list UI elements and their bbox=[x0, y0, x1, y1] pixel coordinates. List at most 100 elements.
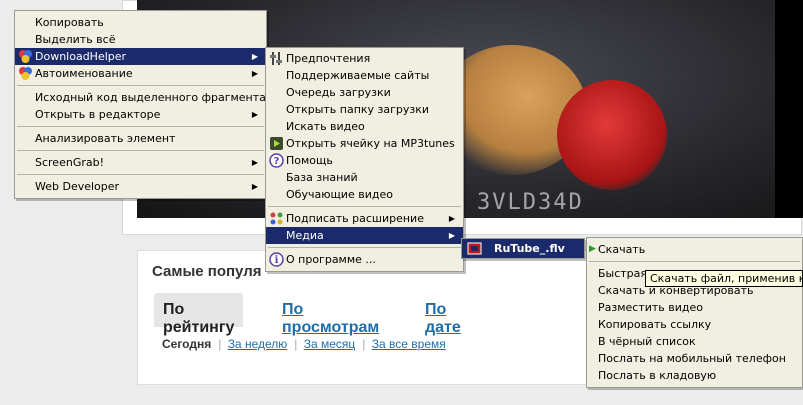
menu-item-label: Анализировать элемент bbox=[35, 132, 176, 145]
menu-separator bbox=[266, 244, 463, 251]
submenu-arrow-icon: ▶ bbox=[448, 214, 455, 223]
divider: | bbox=[294, 337, 298, 351]
menu-item-label: Открыть папку загрузки bbox=[286, 103, 430, 116]
downloadhelper-icon bbox=[19, 50, 32, 63]
menu-separator bbox=[15, 123, 266, 130]
menu-item-preferences[interactable]: Предпочтения bbox=[266, 50, 463, 67]
menu-item-label: Медиа bbox=[286, 229, 324, 242]
sign-extension-icon bbox=[270, 212, 283, 225]
menu-item-autonaming[interactable]: Автоименование ▶ bbox=[15, 65, 266, 82]
period-month[interactable]: За месяц bbox=[304, 337, 356, 351]
menu-item-supported-sites[interactable]: Поддерживаемые сайты bbox=[266, 67, 463, 84]
menu-item-label: Послать на мобильный телефон bbox=[598, 352, 786, 365]
menu-item-download-queue[interactable]: Очередь загрузки bbox=[266, 84, 463, 101]
menu-item-label: Открыть в редакторе bbox=[35, 108, 161, 121]
menu-item-copy[interactable]: Копировать bbox=[15, 14, 266, 31]
menu-item-label: Обучающие видео bbox=[286, 188, 393, 201]
autonaming-icon bbox=[19, 67, 32, 80]
download-tooltip: Скачать файл, применив к нем bbox=[645, 270, 803, 287]
svg-text:?: ? bbox=[274, 156, 280, 167]
menu-item-label: Очередь загрузки bbox=[286, 86, 391, 99]
menu-item-label: Исходный код выделенного фрагмента bbox=[35, 91, 266, 104]
menu-item-knowledge-base[interactable]: База знаний bbox=[266, 169, 463, 186]
divider: | bbox=[362, 337, 366, 351]
menu-item-label: Web Developer bbox=[35, 180, 120, 193]
menu-item-media[interactable]: Медиа ▶ bbox=[266, 227, 463, 244]
browser-context-menu: Копировать Выделить всё DownloadHelper ▶… bbox=[14, 10, 267, 199]
tab-by-date[interactable]: По дате bbox=[416, 293, 470, 336]
info-icon: i bbox=[269, 252, 284, 267]
period-week[interactable]: За неделю bbox=[228, 337, 288, 351]
period-today[interactable]: Сегодня bbox=[162, 337, 211, 351]
menu-item-label: ScreenGrab! bbox=[35, 156, 104, 169]
menu-item-label: Автоименование bbox=[35, 67, 133, 80]
downloadhelper-submenu: Предпочтения Поддерживаемые сайты Очеред… bbox=[265, 47, 464, 272]
submenu-arrow-icon: ▶ bbox=[251, 182, 258, 191]
menu-item-label: Помощь bbox=[286, 154, 333, 167]
sliders-icon bbox=[270, 52, 282, 65]
menu-item-label: Копировать ссылку bbox=[598, 318, 712, 331]
submenu-arrow-icon: ▶ bbox=[448, 231, 455, 240]
menu-item-copy-link[interactable]: Копировать ссылку bbox=[587, 316, 802, 333]
menu-separator bbox=[15, 171, 266, 178]
tab-by-rating[interactable]: По рейтингу bbox=[154, 293, 244, 336]
menu-item-blacklist[interactable]: В чёрный список bbox=[587, 333, 802, 350]
menu-item-label: Копировать bbox=[35, 16, 104, 29]
submenu-arrow-icon: ▶ bbox=[251, 52, 258, 61]
menu-item-help[interactable]: ? Помощь bbox=[266, 152, 463, 169]
menu-item-web-developer[interactable]: Web Developer ▶ bbox=[15, 178, 266, 195]
menu-item-open-download-folder[interactable]: Открыть папку загрузки bbox=[266, 101, 463, 118]
menu-item-label: DownloadHelper bbox=[35, 50, 127, 63]
mp3tunes-icon bbox=[270, 137, 283, 150]
menu-item-search-video[interactable]: Искать видео bbox=[266, 118, 463, 135]
menu-item-downloadhelper[interactable]: DownloadHelper ▶ bbox=[15, 48, 266, 65]
red-ball-image bbox=[557, 80, 667, 190]
popular-title: Самые популя bbox=[152, 263, 262, 280]
menu-item-open-mp3tunes[interactable]: Открыть ячейку на MP3tunes bbox=[266, 135, 463, 152]
menu-item-open-in-editor[interactable]: Открыть в редакторе ▶ bbox=[15, 106, 266, 123]
menu-item-send-to-mobile[interactable]: Послать на мобильный телефон bbox=[587, 350, 802, 367]
menu-item-screengrab[interactable]: ScreenGrab! ▶ bbox=[15, 154, 266, 171]
menu-item-select-all[interactable]: Выделить всё bbox=[15, 31, 266, 48]
menu-item-download[interactable]: ▶ Скачать bbox=[587, 241, 802, 258]
menu-item-rutube-flv[interactable]: RuTube_.flv bbox=[462, 239, 584, 258]
menu-item-label: О программе ... bbox=[286, 253, 376, 266]
menu-item-label: База знаний bbox=[286, 171, 358, 184]
menu-separator bbox=[15, 147, 266, 154]
menu-item-label: Выделить всё bbox=[35, 33, 116, 46]
media-actions-submenu: ▶ Скачать Быстрая загрузка Скачать и кон… bbox=[586, 237, 803, 388]
menu-item-inspect-element[interactable]: Анализировать элемент bbox=[15, 130, 266, 147]
menu-separator bbox=[266, 203, 463, 210]
video-watermark: 3VLD34D bbox=[477, 190, 584, 215]
period-filter: Сегодня | За неделю | За месяц | За все вре… bbox=[162, 337, 450, 351]
divider: | bbox=[218, 337, 222, 351]
menu-separator bbox=[587, 258, 802, 265]
menu-item-tutorial-videos[interactable]: Обучающие видео bbox=[266, 186, 463, 203]
menu-item-label: Искать видео bbox=[286, 120, 365, 133]
tab-by-views[interactable]: По просмотрам bbox=[273, 293, 388, 336]
menu-item-label: Послать в кладовую bbox=[598, 369, 717, 382]
menu-item-label: Открыть ячейку на MP3tunes bbox=[286, 137, 455, 150]
menu-item-send-to-storage[interactable]: Послать в кладовую bbox=[587, 367, 802, 384]
svg-text:i: i bbox=[275, 255, 279, 266]
period-all-time[interactable]: За все время bbox=[372, 337, 446, 351]
menu-item-label: RuTube_.flv bbox=[494, 242, 565, 255]
menu-item-sign-extension[interactable]: Подписать расширение ▶ bbox=[266, 210, 463, 227]
menu-separator bbox=[15, 82, 266, 89]
submenu-arrow-icon: ▶ bbox=[251, 110, 258, 119]
submenu-arrow-icon: ▶ bbox=[251, 158, 258, 167]
menu-item-label: Поддерживаемые сайты bbox=[286, 69, 430, 82]
menu-item-post-video[interactable]: Разместить видео bbox=[587, 299, 802, 316]
submenu-arrow-icon: ▶ bbox=[251, 69, 258, 78]
video-edge bbox=[775, 0, 803, 218]
help-icon: ? bbox=[269, 153, 284, 168]
media-submenu: RuTube_.flv bbox=[461, 238, 585, 259]
menu-item-label: Разместить видео bbox=[598, 301, 704, 314]
video-file-icon bbox=[467, 242, 482, 255]
menu-item-label: В чёрный список bbox=[598, 335, 696, 348]
menu-item-label: Подписать расширение bbox=[286, 212, 424, 225]
play-arrow-icon: ▶ bbox=[589, 244, 596, 254]
menu-item-view-selection-source[interactable]: Исходный код выделенного фрагмента bbox=[15, 89, 266, 106]
menu-item-label: Скачать bbox=[598, 243, 646, 256]
menu-item-about[interactable]: i О программе ... bbox=[266, 251, 463, 268]
